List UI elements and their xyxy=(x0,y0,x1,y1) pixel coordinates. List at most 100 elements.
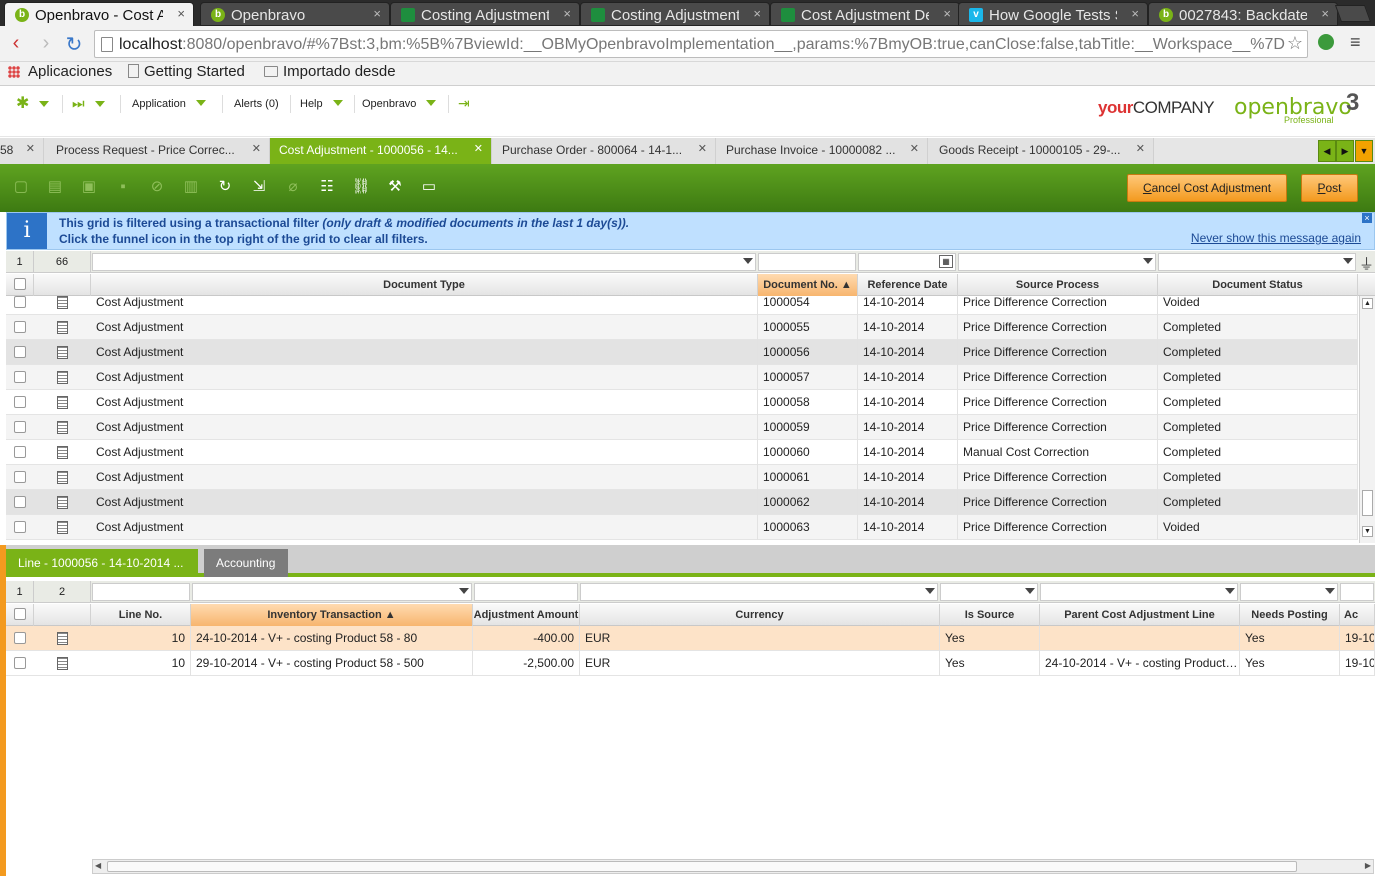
save-icon[interactable]: ▣ xyxy=(78,176,100,198)
scroll-left-icon[interactable]: ◀ xyxy=(95,861,101,870)
filter-currency[interactable] xyxy=(580,583,938,601)
browser-tab[interactable]: Costing Adjustment × xyxy=(580,2,770,26)
row-checkbox[interactable] xyxy=(14,296,26,308)
quick-create-icon[interactable]: ⏭ xyxy=(72,95,105,112)
alerts-link[interactable]: Alerts (0) xyxy=(234,98,279,110)
select-all-checkbox[interactable] xyxy=(14,608,26,620)
col-document-type[interactable]: Document Type xyxy=(91,274,758,296)
col-adjustment-amount[interactable]: Adjustment Amount xyxy=(473,604,580,626)
view-tab-active[interactable]: Cost Adjustment - 1000056 - 14... ✕ xyxy=(270,138,492,164)
filter-is-source[interactable] xyxy=(940,583,1038,601)
document-icon[interactable] xyxy=(57,632,68,645)
document-icon[interactable] xyxy=(57,496,68,509)
filter-line-no[interactable] xyxy=(92,583,190,601)
export-icon[interactable]: ⇲ xyxy=(248,176,270,198)
vertical-scrollbar[interactable]: ▲ ▼ xyxy=(1359,296,1375,543)
browser-tab[interactable]: bOpenbravo - Cost Adjustment× xyxy=(4,2,194,26)
filter-reference-date[interactable]: ▦ xyxy=(858,253,956,271)
table-row[interactable]: Cost Adjustment 1000055 14-10-2014 Price Di… xyxy=(6,315,1358,340)
view-tab[interactable]: Purchase Order - 800064 - 14-1... ✕ xyxy=(492,138,716,164)
link-icon[interactable]: ⛓ xyxy=(350,176,372,198)
calendar-icon[interactable]: ▦ xyxy=(939,255,953,268)
filter-document-no[interactable] xyxy=(758,253,856,271)
table-row[interactable]: Cost Adjustment 1000061 14-10-2014 Price Di… xyxy=(6,465,1358,490)
table-row[interactable]: 10 29-10-2014 - V+ - costing Product 58 -… xyxy=(6,651,1375,676)
user-menu[interactable]: Openbravo xyxy=(362,98,437,110)
bookmark-getting-started[interactable]: Getting Started xyxy=(128,63,245,80)
scroll-right-icon[interactable]: ▶ xyxy=(1365,861,1371,870)
view-tab[interactable]: 58 ✕ xyxy=(0,138,44,164)
post-button[interactable]: Post xyxy=(1301,174,1358,202)
new-document-icon[interactable]: ▢ xyxy=(10,176,32,198)
close-icon[interactable]: × xyxy=(1362,213,1372,223)
row-checkbox[interactable] xyxy=(14,346,26,358)
close-icon[interactable]: × xyxy=(1131,6,1139,21)
row-checkbox[interactable] xyxy=(14,321,26,333)
close-icon[interactable]: ✕ xyxy=(1136,142,1145,155)
document-icon[interactable] xyxy=(57,421,68,434)
table-row[interactable]: Cost Adjustment 1000057 14-10-2014 Price Di… xyxy=(6,365,1358,390)
table-row[interactable]: Cost Adjustment 1000058 14-10-2014 Price Di… xyxy=(6,390,1358,415)
reload-icon[interactable]: ↻ xyxy=(62,32,86,57)
close-icon[interactable]: ✕ xyxy=(252,142,261,155)
tree-icon[interactable]: ⚒ xyxy=(384,176,406,198)
col-source-process[interactable]: Source Process xyxy=(958,274,1158,296)
close-icon[interactable]: × xyxy=(177,6,185,21)
col-inventory-transaction[interactable]: Inventory Transaction ▲ xyxy=(191,604,473,626)
tab-lines[interactable]: Line - 1000056 - 14-10-2014 ... xyxy=(6,549,198,577)
col-currency[interactable]: Currency xyxy=(580,604,940,626)
row-checkbox[interactable] xyxy=(14,496,26,508)
table-row[interactable]: Cost Adjustment 1000060 14-10-2014 Manual C… xyxy=(6,440,1358,465)
view-tab[interactable]: Purchase Invoice - 10000082 ... ✕ xyxy=(716,138,928,164)
col-ac[interactable]: Ac xyxy=(1340,604,1375,626)
delete-icon[interactable]: ▥ xyxy=(180,176,202,198)
close-icon[interactable]: × xyxy=(1321,6,1329,21)
scroll-thumb[interactable] xyxy=(1362,490,1373,516)
filter-ac[interactable] xyxy=(1340,583,1374,601)
document-icon[interactable] xyxy=(57,371,68,384)
bookmark-imported[interactable]: Importado desde xyxy=(264,63,396,80)
close-icon[interactable]: × xyxy=(563,6,571,21)
col-reference-date[interactable]: Reference Date xyxy=(858,274,958,296)
close-icon[interactable]: ✕ xyxy=(910,142,919,155)
view-tab[interactable]: Goods Receipt - 10000105 - 29-... ✕ xyxy=(928,138,1154,164)
logout-icon[interactable]: ⇥ xyxy=(458,95,470,112)
tab-scroll-left-icon[interactable]: ◀ xyxy=(1318,140,1336,162)
document-icon[interactable] xyxy=(57,521,68,534)
close-icon[interactable]: ✕ xyxy=(698,142,707,155)
row-checkbox[interactable] xyxy=(14,371,26,383)
document-icon[interactable] xyxy=(57,296,68,309)
table-row[interactable]: Cost Adjustment 1000056 14-10-2014 Price Di… xyxy=(6,340,1358,365)
row-checkbox[interactable] xyxy=(14,396,26,408)
filter-inventory-transaction[interactable] xyxy=(192,583,472,601)
table-row[interactable]: Cost Adjustment 1000054 14-10-2014 Price Di… xyxy=(6,296,1358,315)
col-line-no[interactable]: Line No. xyxy=(91,604,191,626)
filter-document-status[interactable] xyxy=(1158,253,1356,271)
quick-launch-icon[interactable]: ✱ xyxy=(16,93,50,113)
new-row-icon[interactable]: ▤ xyxy=(44,176,66,198)
close-icon[interactable]: × xyxy=(373,6,381,21)
browser-tab[interactable]: b 0027843: Backdated × xyxy=(1148,2,1338,26)
filter-document-type[interactable] xyxy=(92,253,756,271)
row-checkbox[interactable] xyxy=(14,421,26,433)
document-icon[interactable] xyxy=(57,446,68,459)
tab-accounting[interactable]: Accounting xyxy=(204,549,288,577)
bookmark-apps[interactable]: Aplicaciones xyxy=(28,63,112,80)
apps-icon[interactable] xyxy=(8,66,20,78)
row-checkbox[interactable] xyxy=(14,632,26,644)
col-parent-line[interactable]: Parent Cost Adjustment Line xyxy=(1040,604,1240,626)
col-needs-posting[interactable]: Needs Posting xyxy=(1240,604,1340,626)
scroll-down-icon[interactable]: ▼ xyxy=(1362,526,1373,537)
filter-source-process[interactable] xyxy=(958,253,1156,271)
menu-icon[interactable]: ≡ xyxy=(1350,32,1361,53)
browser-tab[interactable]: Costing Adjustment × xyxy=(390,2,580,26)
document-icon[interactable] xyxy=(57,321,68,334)
form-view-icon[interactable]: ▭ xyxy=(418,176,440,198)
close-icon[interactable]: ✕ xyxy=(474,142,483,155)
select-all-checkbox[interactable] xyxy=(14,278,26,290)
address-bar[interactable]: localhost:8080/openbravo/#%7Bst:3,bm:%5B… xyxy=(94,30,1308,58)
col-document-status[interactable]: Document Status xyxy=(1158,274,1358,296)
funnel-icon[interactable]: ⏚ xyxy=(1359,253,1374,274)
table-row[interactable]: 10 24-10-2014 - V+ - costing Product 58 -… xyxy=(6,626,1375,651)
row-checkbox[interactable] xyxy=(14,657,26,669)
